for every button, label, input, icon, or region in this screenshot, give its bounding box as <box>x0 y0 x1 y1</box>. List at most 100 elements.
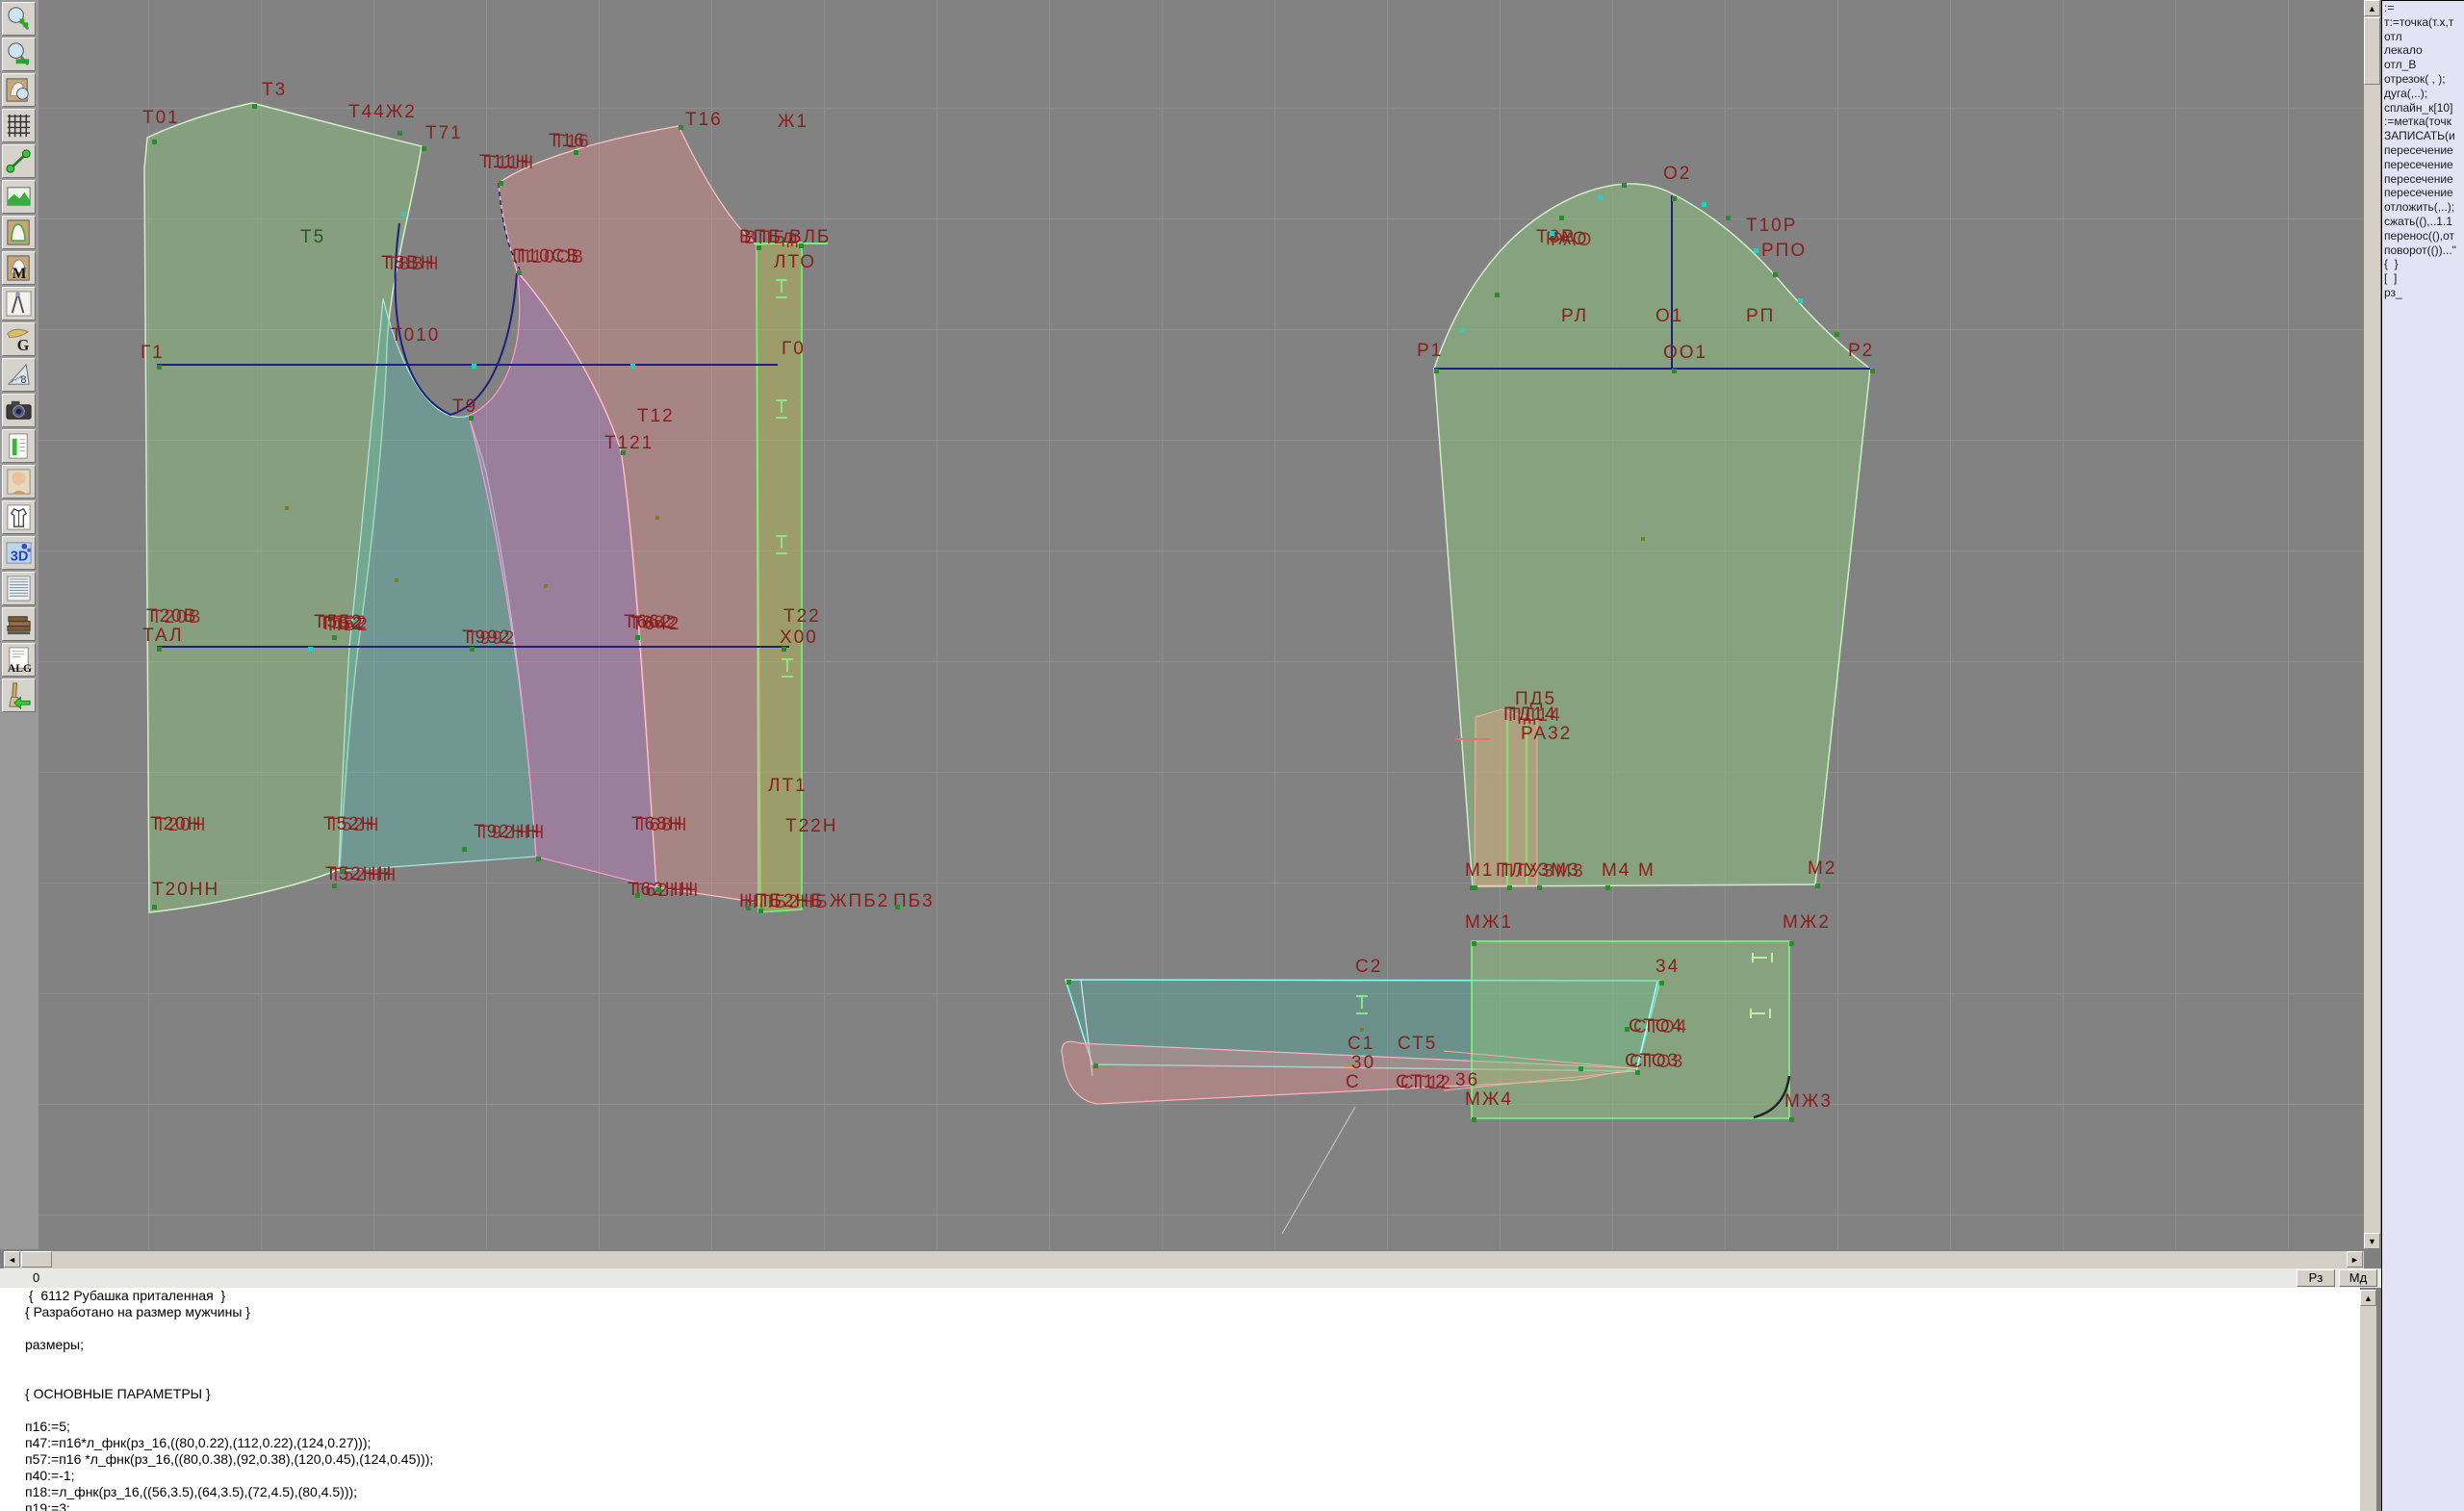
model-photo-tool-button[interactable] <box>2 465 36 499</box>
pattern-drawing <box>38 0 2364 1249</box>
piece-placket[interactable] <box>757 243 802 912</box>
model-photo-tool-icon <box>4 467 34 497</box>
command-list-item[interactable]: отложить(,..); <box>2382 200 2464 215</box>
text-list-tool-button[interactable] <box>2 572 36 605</box>
zoom-in-tool-icon <box>4 4 34 34</box>
text-list-tool-icon <box>4 574 34 603</box>
command-list-item[interactable]: сжать((),..1.1 <box>2382 215 2464 229</box>
tool-palette: M G 8 3D ALG <box>0 0 38 1249</box>
g-tool-icon: G <box>4 324 34 354</box>
algorithm-editor[interactable]: { 6112 Рубашка приталенная }{ Разработан… <box>0 1288 2360 1511</box>
command-list-item[interactable]: перенос((),от <box>2382 229 2464 243</box>
pattern-piece-tool-button[interactable] <box>2 216 36 249</box>
ruler-tool-icon: 8 <box>4 360 34 390</box>
command-list-item[interactable]: :=метка(точк <box>2382 115 2464 129</box>
canvas-hscroll-thumb[interactable] <box>21 1251 52 1268</box>
svg-text:ALG: ALG <box>8 662 32 675</box>
editor-line[interactable]: { Разработано на размер мужчины } <box>0 1304 2360 1320</box>
svg-text:G: G <box>17 336 30 354</box>
leader-line <box>1282 1107 1355 1234</box>
zoom-out-tool-button[interactable] <box>2 38 36 71</box>
3d-tool-icon: 3D <box>4 538 34 568</box>
command-list-item[interactable]: лекало <box>2382 43 2464 58</box>
pattern-m-tool-icon: M <box>4 253 34 283</box>
pattern-m-tool-button[interactable]: M <box>2 251 36 285</box>
command-list-item[interactable]: отрезок( , ); <box>2382 72 2464 87</box>
command-list-item[interactable]: ЗАПИСАТЬ(и <box>2382 129 2464 143</box>
md-button[interactable]: Мд <box>2339 1269 2377 1287</box>
report-tool-icon <box>4 431 34 461</box>
editor-line[interactable] <box>0 1370 2360 1386</box>
editor-line[interactable] <box>0 1320 2360 1337</box>
clear-tool-button[interactable] <box>2 679 36 712</box>
editor-scroll-up-button[interactable]: ▲ <box>2360 1290 2376 1306</box>
camera-tool-button[interactable] <box>2 394 36 427</box>
canvas-scroll-right-button[interactable]: ► <box>2347 1251 2363 1268</box>
command-list-item[interactable]: пересечение <box>2382 158 2464 172</box>
measure-tool-button[interactable] <box>2 144 36 178</box>
3d-tool-button[interactable]: 3D <box>2 536 36 570</box>
alg-tool-button[interactable]: ALG <box>2 643 36 677</box>
library-tool-icon <box>4 609 34 639</box>
command-list-item[interactable]: := <box>2382 1 2464 15</box>
zoom-out-tool-icon <box>4 39 34 69</box>
ruler-tool-button[interactable]: 8 <box>2 358 36 392</box>
measure-tool-icon <box>4 146 34 176</box>
svg-text:3D: 3D <box>11 549 29 564</box>
canvas-scroll-up-button[interactable]: ▲ <box>2364 0 2380 16</box>
editor-line[interactable] <box>0 1353 2360 1370</box>
status-row: 0 Рз Мд <box>0 1268 2381 1288</box>
command-list-item[interactable]: { } <box>2382 257 2464 271</box>
editor-line[interactable] <box>0 1402 2360 1419</box>
zoom-in-tool-button[interactable] <box>2 2 36 36</box>
command-list-item[interactable]: отл <box>2382 30 2464 44</box>
command-list-item[interactable]: поворот(())..." <box>2382 243 2464 258</box>
canvas-scroll-down-button[interactable]: ▼ <box>2364 1233 2380 1249</box>
image-tool-icon <box>4 182 34 212</box>
canvas-vscrollbar[interactable]: ▲ ▼ <box>2364 0 2380 1249</box>
editor-line[interactable]: { ОСНОВНЫЕ ПАРАМЕТРЫ } <box>0 1386 2360 1402</box>
svg-text:8: 8 <box>20 374 26 386</box>
editor-line[interactable]: п19:=3; <box>0 1500 2360 1511</box>
grid-tool-icon <box>4 111 34 141</box>
editor-line[interactable]: п16:=5; <box>0 1419 2360 1435</box>
cursor-coordinate: 0 <box>33 1270 39 1285</box>
editor-vscrollbar[interactable]: ▲ <box>2360 1290 2376 1511</box>
editor-line[interactable]: размеры; <box>0 1337 2360 1353</box>
command-list-item[interactable]: [ ] <box>2382 271 2464 286</box>
command-list-item[interactable]: отл_В <box>2382 58 2464 72</box>
piece-cuff[interactable] <box>1472 941 1789 1118</box>
canvas-vscroll-thumb[interactable] <box>2364 17 2380 85</box>
command-list-item[interactable]: пересечение <box>2382 186 2464 200</box>
command-list-item[interactable]: сплайн_к[10] <box>2382 101 2464 115</box>
editor-line[interactable]: п18:=л_фнк(рз_16,((56,3.5),(64,3.5),(72,… <box>0 1484 2360 1500</box>
command-list-item[interactable]: пересечение <box>2382 172 2464 187</box>
command-list-item[interactable]: пересечение <box>2382 143 2464 158</box>
editor-line[interactable]: { 6112 Рубашка приталенная } <box>0 1288 2360 1304</box>
rz-button[interactable]: Рз <box>2297 1269 2335 1287</box>
clear-tool-icon <box>4 680 34 710</box>
camera-tool-icon <box>4 396 34 425</box>
pattern-piece-tool-icon <box>4 218 34 247</box>
image-tool-button[interactable] <box>2 180 36 214</box>
command-list-item[interactable]: рз_ <box>2382 286 2464 300</box>
grid-tool-button[interactable] <box>2 109 36 142</box>
command-list-item[interactable]: дуга(,..); <box>2382 87 2464 101</box>
view-piece-tool-icon <box>4 75 34 105</box>
canvas-scroll-left-button[interactable]: ◄ <box>4 1251 20 1268</box>
garment-sketch-tool-button[interactable] <box>2 500 36 534</box>
report-tool-button[interactable] <box>2 429 36 463</box>
editor-line[interactable]: п40:=-1; <box>0 1468 2360 1484</box>
command-list-item[interactable]: т:=точка(т.х,т <box>2382 15 2464 30</box>
canvas-hscrollbar[interactable]: ◄ ► <box>4 1251 2364 1268</box>
command-list-panel: :=т:=точка(т.х,тотллекалоотл_Вотрезок( ,… <box>2381 0 2464 1511</box>
view-piece-tool-button[interactable] <box>2 73 36 107</box>
editor-line[interactable]: п47:=п16*л_фнк(рз_16,((80,0.22),(112,0.2… <box>0 1435 2360 1451</box>
svg-text:M: M <box>13 266 27 282</box>
library-tool-button[interactable] <box>2 607 36 641</box>
sleeve-slit <box>1475 709 1537 885</box>
editor-line[interactable]: п57:=п16 *л_фнк(рз_16,((80,0.38),(92,0.3… <box>0 1451 2360 1468</box>
alg-tool-icon: ALG <box>4 645 34 675</box>
g-tool-button[interactable]: G <box>2 322 36 356</box>
drafting-tool-button[interactable] <box>2 287 36 320</box>
